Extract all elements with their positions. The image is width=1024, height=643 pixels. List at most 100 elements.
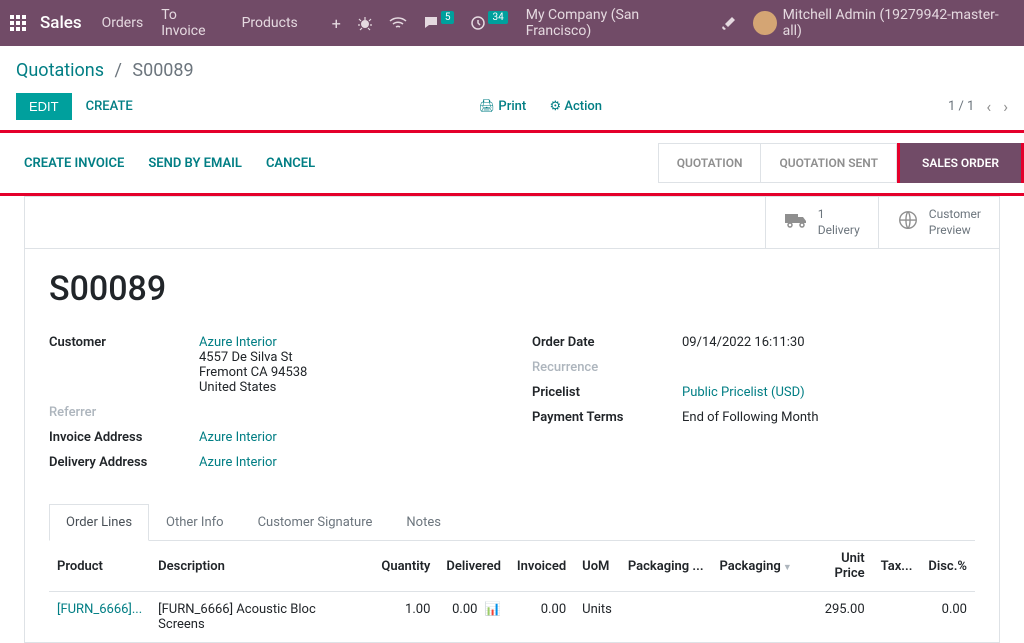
form-sheet: 1 Delivery Customer Preview S00089 C: [24, 196, 1000, 643]
create-button[interactable]: CREATE: [86, 99, 133, 114]
apps-icon[interactable]: [10, 15, 26, 31]
row-qty: 1.00: [373, 592, 438, 643]
breadcrumb-sep: /: [114, 60, 121, 81]
breadcrumb: Quotations / S00089: [0, 46, 1024, 89]
tab-notes[interactable]: Notes: [389, 504, 458, 540]
create-invoice-button[interactable]: CREATE INVOICE: [24, 156, 124, 171]
status-sales-order[interactable]: SALES ORDER: [897, 143, 1024, 183]
tab-order-lines[interactable]: Order Lines: [49, 504, 149, 541]
customer-addr1: 4557 De Silva St: [199, 350, 293, 365]
row-product[interactable]: [FURN_6666]...: [57, 602, 142, 617]
referrer-label: Referrer: [49, 405, 199, 420]
form-tabs: Order Lines Other Info Customer Signatur…: [49, 504, 975, 541]
main-navbar: Sales Orders To Invoice Products + 5 34 …: [0, 0, 1024, 46]
row-delivered: 0.00 📊: [438, 592, 509, 643]
th-packaging[interactable]: Packaging▼: [712, 541, 800, 592]
row-pkg: [712, 592, 800, 643]
order-date-value: 09/14/2022 16:11:30: [682, 335, 975, 350]
breadcrumb-current: S00089: [132, 60, 193, 81]
nav-to-invoice[interactable]: To Invoice: [161, 7, 223, 39]
th-unit-price[interactable]: Unit Price: [800, 541, 873, 592]
preview-stat-button[interactable]: Customer Preview: [878, 197, 999, 248]
invoice-addr-label: Invoice Address: [49, 430, 199, 445]
row-pkg-qty: [620, 592, 712, 643]
delivery-addr-label: Delivery Address: [49, 455, 199, 470]
forecast-icon[interactable]: 📊: [485, 602, 501, 617]
control-bar: EDIT CREATE 🖨 Print ⚙ Action 1 / 1 ‹ ›: [0, 89, 1024, 130]
print-button[interactable]: 🖨 Print: [479, 99, 527, 114]
order-date-label: Order Date: [532, 335, 682, 350]
action-button[interactable]: ⚙ Action: [549, 99, 602, 114]
th-packaging-label: Packaging: [720, 559, 781, 574]
messages-icon[interactable]: 5: [423, 15, 455, 31]
status-action-bar: CREATE INVOICE SEND BY EMAIL CANCEL QUOT…: [0, 130, 1024, 196]
pricelist-label: Pricelist: [532, 385, 682, 400]
pricelist-link[interactable]: Public Pricelist (USD): [682, 385, 805, 400]
nav-products[interactable]: Products: [242, 15, 298, 31]
row-taxes: [873, 592, 921, 643]
th-disc[interactable]: Disc.%: [920, 541, 975, 592]
tools-icon[interactable]: [721, 15, 737, 31]
pager-text: 1 / 1: [948, 99, 974, 114]
order-lines-table: Product Description Quantity Delivered I…: [49, 541, 975, 642]
nav-orders[interactable]: Orders: [102, 15, 144, 31]
delivery-addr-link[interactable]: Azure Interior: [199, 455, 277, 470]
order-name: S00089: [49, 269, 975, 309]
pager: 1 / 1 ‹ ›: [948, 97, 1008, 116]
cancel-button[interactable]: CANCEL: [266, 156, 315, 171]
th-invoiced[interactable]: Invoiced: [509, 541, 574, 592]
bug-icon[interactable]: [357, 15, 373, 31]
recurrence-label: Recurrence: [532, 360, 682, 375]
pager-prev[interactable]: ‹: [986, 97, 991, 116]
tab-other-info[interactable]: Other Info: [149, 504, 241, 540]
send-email-button[interactable]: SEND BY EMAIL: [148, 156, 242, 171]
print-label: Print: [498, 99, 526, 114]
plus-icon[interactable]: +: [332, 14, 341, 33]
pager-next[interactable]: ›: [1003, 97, 1008, 116]
delivery-stat-button[interactable]: 1 Delivery: [765, 197, 878, 248]
breadcrumb-root[interactable]: Quotations: [16, 60, 104, 81]
company-switcher[interactable]: My Company (San Francisco): [526, 7, 705, 39]
row-disc: 0.00: [920, 592, 975, 643]
avatar[interactable]: [753, 11, 777, 35]
th-taxes[interactable]: Tax...: [873, 541, 921, 592]
truck-icon: [784, 210, 808, 235]
activities-badge: 34: [488, 11, 507, 24]
tab-signature[interactable]: Customer Signature: [241, 504, 390, 540]
app-brand[interactable]: Sales: [40, 13, 82, 33]
th-quantity[interactable]: Quantity: [373, 541, 438, 592]
status-steps: QUOTATION QUOTATION SENT SALES ORDER: [658, 143, 1024, 183]
status-quotation-sent[interactable]: QUOTATION SENT: [761, 143, 897, 183]
th-product[interactable]: Product: [49, 541, 150, 592]
edit-button[interactable]: EDIT: [16, 93, 72, 120]
invoice-addr-link[interactable]: Azure Interior: [199, 430, 277, 445]
preview-label-1: Customer: [929, 207, 981, 223]
row-invoiced: 0.00: [509, 592, 574, 643]
th-delivered[interactable]: Delivered: [438, 541, 509, 592]
row-uom: Units: [574, 592, 620, 643]
th-description[interactable]: Description: [150, 541, 373, 592]
activities-icon[interactable]: 34: [470, 15, 507, 31]
preview-label-2: Preview: [929, 223, 971, 237]
globe-icon: [897, 209, 919, 236]
row-delivered-val: 0.00: [452, 602, 477, 617]
delivery-label: Delivery: [818, 223, 860, 237]
action-label: Action: [564, 99, 602, 114]
customer-addr2: Fremont CA 94538: [199, 365, 307, 380]
status-quotation[interactable]: QUOTATION: [658, 143, 762, 183]
th-packaging-qty[interactable]: Packaging ...: [620, 541, 712, 592]
row-description: [FURN_6666] Acoustic Bloc Screens: [150, 592, 373, 643]
delivery-count: 1: [818, 207, 860, 223]
stat-bar: 1 Delivery Customer Preview: [25, 197, 999, 249]
table-row[interactable]: [FURN_6666]... [FURN_6666] Acoustic Bloc…: [49, 592, 975, 643]
username[interactable]: Mitchell Admin (19279942-master-all): [783, 7, 1014, 39]
th-uom[interactable]: UoM: [574, 541, 620, 592]
wifi-icon[interactable]: [389, 16, 407, 30]
payment-terms-label: Payment Terms: [532, 410, 682, 425]
payment-terms-value: End of Following Month: [682, 410, 975, 425]
customer-addr3: United States: [199, 380, 276, 395]
caret-down-icon: ▼: [783, 563, 792, 573]
customer-label: Customer: [49, 335, 199, 350]
row-unit-price: 295.00: [800, 592, 873, 643]
customer-link[interactable]: Azure Interior: [199, 335, 277, 350]
